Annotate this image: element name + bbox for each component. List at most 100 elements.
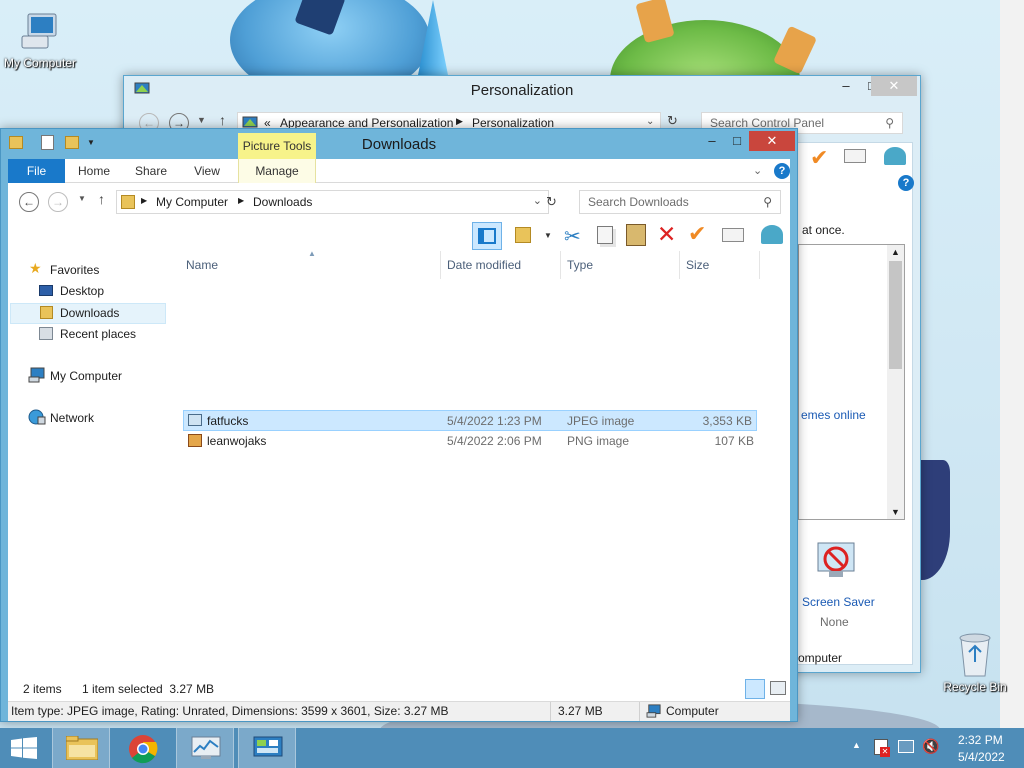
file-name[interactable]: leanwojaks: [207, 431, 266, 451]
scroll-up-icon[interactable]: ▲: [891, 247, 900, 257]
search-icon: ⚲: [885, 116, 894, 130]
show-hidden-icons-icon[interactable]: ▲: [852, 740, 861, 750]
delete-icon[interactable]: ✕: [657, 221, 676, 248]
titlebar[interactable]: ▼ Picture Tools Downloads – □ ✕: [1, 129, 797, 159]
divider: [550, 702, 551, 721]
content-area: ★ Favorites Desktop Downloads Recent pla…: [8, 249, 790, 677]
chevron-down-icon[interactable]: ▼: [197, 115, 206, 125]
get-themes-link[interactable]: emes online: [801, 408, 866, 422]
column-header-date[interactable]: Date modified: [441, 251, 561, 279]
clock-time[interactable]: 2:32 PM: [958, 733, 1003, 747]
volume-muted-icon[interactable]: 🔇: [922, 738, 939, 755]
desktop-icon-my-computer[interactable]: My Computer: [0, 10, 80, 70]
column-header-type[interactable]: Type: [561, 251, 680, 279]
screen-saver-icon[interactable]: [814, 539, 858, 583]
maximize-button[interactable]: □: [725, 131, 749, 151]
close-button[interactable]: ✕: [871, 76, 917, 96]
large-icons-view-icon[interactable]: [770, 681, 786, 695]
help-icon[interactable]: ?: [774, 163, 790, 179]
nav-network-label[interactable]: Network: [50, 411, 94, 425]
search-input[interactable]: Search Downloads ⚲: [579, 190, 781, 214]
taskbar-control-panel[interactable]: [176, 728, 234, 768]
up-arrow-icon[interactable]: ↑: [219, 112, 226, 128]
start-button[interactable]: [0, 728, 48, 768]
nav-downloads-label[interactable]: Downloads: [60, 306, 119, 320]
scroll-down-icon[interactable]: ▼: [891, 507, 900, 517]
checkmark-icon[interactable]: ✔: [810, 145, 828, 171]
theme-list: emes online ▲ ▼: [798, 244, 905, 520]
ribbon-tabs: File Home Share View Manage ⌄ ?: [8, 159, 790, 183]
taskbar-chrome[interactable]: [114, 728, 172, 768]
shell-icon[interactable]: [761, 225, 783, 244]
column-header-size[interactable]: Size: [680, 251, 760, 279]
minimize-button[interactable]: –: [833, 76, 859, 96]
chrome-icon: [129, 735, 158, 764]
refresh-icon[interactable]: ↻: [667, 113, 678, 129]
network-tray-icon[interactable]: [898, 740, 914, 753]
taskbar: ▲ ✕ 🔇 2:32 PM 5/4/2022: [0, 728, 1024, 768]
shell-icon[interactable]: [884, 147, 906, 165]
back-arrow-icon[interactable]: ←: [19, 192, 39, 212]
tab-share[interactable]: Share: [126, 159, 176, 183]
copy-icon[interactable]: [597, 226, 613, 244]
file-type: PNG image: [567, 434, 630, 448]
chevron-down-icon[interactable]: ⌄: [533, 194, 542, 207]
chevron-down-icon[interactable]: ▼: [544, 231, 552, 240]
computer-text: omputer: [798, 651, 843, 665]
nav-favorites-label[interactable]: Favorites: [50, 263, 99, 277]
titlebar[interactable]: Personalization – □ ✕: [124, 76, 920, 104]
tab-manage[interactable]: Manage: [238, 159, 316, 183]
file-name[interactable]: fatfucks: [207, 411, 248, 431]
divider: [639, 702, 640, 721]
properties-icon[interactable]: [844, 149, 866, 163]
toolbar: ▼ ✂ ✕ ✔: [8, 221, 790, 251]
nav-computer-label[interactable]: My Computer: [50, 369, 122, 383]
chevron-down-icon[interactable]: ⌄: [646, 116, 654, 127]
scrollbar-thumb[interactable]: [889, 261, 902, 369]
checkmark-icon[interactable]: ✔: [688, 221, 706, 247]
screen-saver-link[interactable]: Screen Saver: [802, 595, 875, 609]
refresh-icon[interactable]: ↻: [546, 194, 557, 210]
clock-date[interactable]: 5/4/2022: [958, 750, 1005, 764]
recent-locations-icon[interactable]: ▼: [78, 194, 86, 203]
close-button[interactable]: ✕: [749, 131, 795, 151]
taskbar-personalization[interactable]: [238, 728, 296, 768]
computer-icon: [646, 704, 661, 718]
folder-options-icon[interactable]: [515, 227, 531, 243]
file-type: JPEG image: [567, 414, 635, 428]
downloads-folder-icon: [40, 306, 53, 319]
help-icon[interactable]: ?: [898, 175, 914, 191]
desktop-icon-label: My Computer: [3, 56, 77, 70]
downloads-folder-icon: [121, 195, 135, 209]
scrollbar[interactable]: ▲ ▼: [887, 245, 904, 519]
paste-icon[interactable]: [626, 224, 646, 246]
details-view-icon[interactable]: [745, 679, 765, 699]
table-row[interactable]: leanwojaks 5/4/2022 2:06 PM PNG image 10…: [183, 431, 757, 452]
cut-icon[interactable]: ✂: [564, 224, 581, 249]
column-header-name[interactable]: Name: [180, 251, 441, 279]
address-row: ← → ▼ ↑ ▶ My Computer ▶ Downloads ⌄ ↻ Se…: [8, 183, 790, 221]
downloads-window[interactable]: ▼ Picture Tools Downloads – □ ✕ File Hom…: [0, 128, 798, 722]
item-location: Computer: [666, 704, 719, 718]
forward-arrow-icon[interactable]: →: [48, 192, 68, 212]
breadcrumb-my-computer[interactable]: My Computer: [156, 195, 228, 209]
address-bar[interactable]: ▶ My Computer ▶ Downloads ⌄: [116, 190, 549, 214]
tab-file[interactable]: File: [8, 159, 65, 183]
search-icon: ⚲: [763, 195, 772, 209]
item-size: 3.27 MB: [558, 704, 603, 718]
minimize-button[interactable]: –: [699, 131, 725, 151]
nav-desktop-label[interactable]: Desktop: [60, 284, 104, 298]
breadcrumb-downloads[interactable]: Downloads: [253, 195, 312, 209]
taskbar-file-explorer[interactable]: [52, 728, 110, 768]
tab-view[interactable]: View: [182, 159, 232, 183]
windows-logo-icon: [11, 737, 37, 759]
nav-recent-label[interactable]: Recent places: [60, 327, 136, 341]
desktop-icon-recycle-bin[interactable]: Recycle Bin: [935, 630, 1015, 694]
computer-icon: [28, 367, 45, 383]
properties-icon[interactable]: [722, 228, 744, 242]
desktop-icon-label: Recycle Bin: [943, 680, 1007, 694]
tab-home[interactable]: Home: [69, 159, 119, 183]
file-row-selected[interactable]: fatfucks 5/4/2022 1:23 PM JPEG image 3,3…: [183, 410, 757, 431]
ribbon-expand-icon[interactable]: ⌄: [753, 164, 762, 177]
up-arrow-icon[interactable]: ↑: [98, 191, 105, 207]
